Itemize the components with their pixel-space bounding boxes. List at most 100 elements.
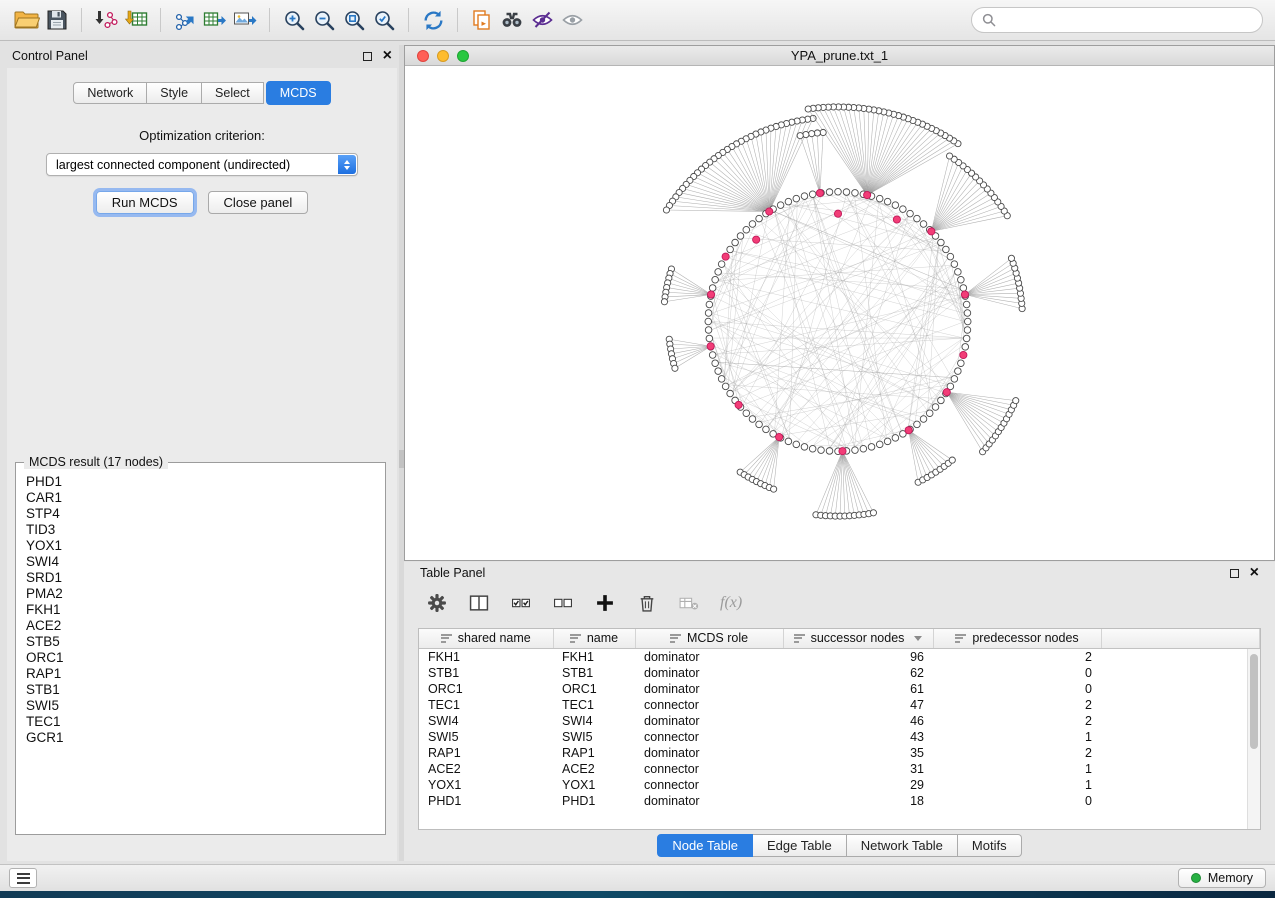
zoom-fit-icon[interactable] [339, 7, 369, 33]
export-image-icon[interactable] [230, 7, 260, 33]
table-row[interactable]: FKH1 FKH1 dominator 96 2 [419, 648, 1260, 665]
toolbar-separator [457, 8, 458, 32]
close-window-icon[interactable] [417, 50, 429, 62]
table-row[interactable]: STB1 STB1 dominator 62 0 [419, 665, 1260, 681]
sort-icon [670, 634, 681, 643]
mcds-result-item[interactable]: PHD1 [26, 474, 375, 490]
mcds-result-item[interactable]: PMA2 [26, 586, 375, 602]
refresh-view-icon[interactable] [418, 7, 448, 33]
table-row[interactable]: ORC1 ORC1 dominator 61 0 [419, 681, 1260, 697]
select-all-rows-icon[interactable] [510, 592, 532, 614]
float-panel-icon[interactable] [363, 52, 372, 61]
float-table-panel-icon[interactable] [1230, 569, 1239, 578]
dropdown-stepper-icon [338, 155, 356, 174]
table-row[interactable]: SWI5 SWI5 connector 43 1 [419, 729, 1260, 745]
export-table-icon[interactable] [200, 7, 230, 33]
column-header-mcds-role[interactable]: MCDS role [635, 629, 783, 648]
control-panel-tabs: Network Style Select MCDS [7, 68, 397, 105]
table-panel-titlebar: Table Panel × [404, 562, 1275, 584]
delete-column-icon[interactable] [636, 592, 658, 614]
add-column-icon[interactable] [594, 592, 616, 614]
network-canvas[interactable] [405, 67, 1274, 560]
tab-edge-table[interactable]: Edge Table [753, 834, 847, 857]
import-network-file-icon[interactable] [91, 7, 121, 33]
open-session-icon[interactable] [12, 7, 42, 33]
import-table-file-icon[interactable] [121, 7, 151, 33]
mcds-result-item[interactable]: RAP1 [26, 666, 375, 682]
table-row[interactable]: PHD1 PHD1 dominator 18 0 [419, 793, 1260, 809]
deselect-all-rows-icon[interactable] [552, 592, 574, 614]
mcds-result-item[interactable]: FKH1 [26, 602, 375, 618]
tab-network[interactable]: Network [73, 82, 147, 104]
table-header-row: shared name name MCDS role successor nod… [419, 629, 1260, 648]
export-network-icon[interactable] [170, 7, 200, 33]
close-panel-button[interactable]: Close panel [208, 191, 309, 214]
table-row[interactable]: RAP1 RAP1 dominator 35 2 [419, 745, 1260, 761]
control-panel-body: Network Style Select MCDS Optimization c… [7, 68, 397, 861]
search-input[interactable] [1002, 12, 1252, 29]
mcds-result-item[interactable]: TID3 [26, 522, 375, 538]
mcds-result-item[interactable]: STB1 [26, 682, 375, 698]
criterion-dropdown[interactable]: largest connected component (undirected) [46, 153, 358, 176]
mcds-result-title: MCDS result (17 nodes) [24, 455, 168, 469]
run-mcds-button[interactable]: Run MCDS [96, 191, 194, 214]
close-table-panel-icon[interactable]: × [1250, 568, 1259, 578]
tab-network-table[interactable]: Network Table [847, 834, 958, 857]
mcds-result-item[interactable]: ORC1 [26, 650, 375, 666]
show-columns-icon[interactable] [468, 592, 490, 614]
table-row[interactable]: SWI4 SWI4 dominator 46 2 [419, 713, 1260, 729]
sort-direction-icon [914, 636, 922, 641]
tab-motifs[interactable]: Motifs [958, 834, 1022, 857]
zoom-in-icon[interactable] [279, 7, 309, 33]
memory-button[interactable]: Memory [1178, 868, 1266, 888]
table-settings-gear-icon[interactable] [426, 592, 448, 614]
tab-mcds[interactable]: MCDS [266, 81, 331, 105]
desktop: Control Panel × Network Style Select MCD… [0, 0, 1275, 898]
paint-graphics-icon[interactable] [527, 7, 557, 33]
tab-style[interactable]: Style [147, 82, 202, 104]
network-graph[interactable] [405, 67, 1274, 560]
table-panel: Table Panel × [404, 562, 1275, 861]
tab-select[interactable]: Select [202, 82, 264, 104]
mcds-result-item[interactable]: YOX1 [26, 538, 375, 554]
mcds-result-item[interactable]: SWI5 [26, 698, 375, 714]
mcds-result-item[interactable]: STP4 [26, 506, 375, 522]
show-graphics-icon[interactable] [557, 7, 587, 33]
memory-status-icon [1191, 873, 1201, 883]
search-network-icon[interactable] [497, 7, 527, 33]
mcds-result-item[interactable]: GCR1 [26, 730, 375, 746]
column-header-predecessor-nodes[interactable]: predecessor nodes [933, 629, 1101, 648]
table-panel-title: Table Panel [420, 566, 485, 580]
maximize-window-icon[interactable] [457, 50, 469, 62]
table-row[interactable]: YOX1 YOX1 connector 29 1 [419, 777, 1260, 793]
mcds-result-item[interactable]: SRD1 [26, 570, 375, 586]
close-panel-icon[interactable]: × [383, 51, 392, 61]
zoom-out-icon[interactable] [309, 7, 339, 33]
mcds-result-item[interactable]: ACE2 [26, 618, 375, 634]
table-scrollbar[interactable] [1247, 649, 1260, 829]
minimize-window-icon[interactable] [437, 50, 449, 62]
toolbar-separator [81, 8, 82, 32]
mcds-result-item[interactable]: SWI4 [26, 554, 375, 570]
mcds-result-item[interactable]: TEC1 [26, 714, 375, 730]
tab-node-table[interactable]: Node Table [657, 834, 753, 857]
table-row[interactable]: ACE2 ACE2 connector 31 1 [419, 761, 1260, 777]
toolbar-separator [408, 8, 409, 32]
column-header-name[interactable]: name [553, 629, 635, 648]
toolbar-separator [160, 8, 161, 32]
table-row[interactable]: TEC1 TEC1 connector 47 2 [419, 697, 1260, 713]
network-titlebar: YPA_prune.txt_1 [405, 46, 1274, 66]
hamburger-icon [17, 873, 30, 884]
save-session-icon[interactable] [42, 7, 72, 33]
zoom-selected-icon[interactable] [369, 7, 399, 33]
column-header-shared-name[interactable]: shared name [419, 629, 553, 648]
status-menu-button[interactable] [9, 868, 37, 888]
mcds-result-item[interactable]: CAR1 [26, 490, 375, 506]
control-panel-title: Control Panel [12, 49, 88, 63]
scrollbar-thumb[interactable] [1250, 654, 1258, 749]
column-header-successor-nodes[interactable]: successor nodes [783, 629, 933, 648]
copy-network-icon[interactable] [467, 7, 497, 33]
sort-icon [794, 634, 805, 643]
status-bar: Memory [0, 864, 1275, 891]
mcds-result-item[interactable]: STB5 [26, 634, 375, 650]
